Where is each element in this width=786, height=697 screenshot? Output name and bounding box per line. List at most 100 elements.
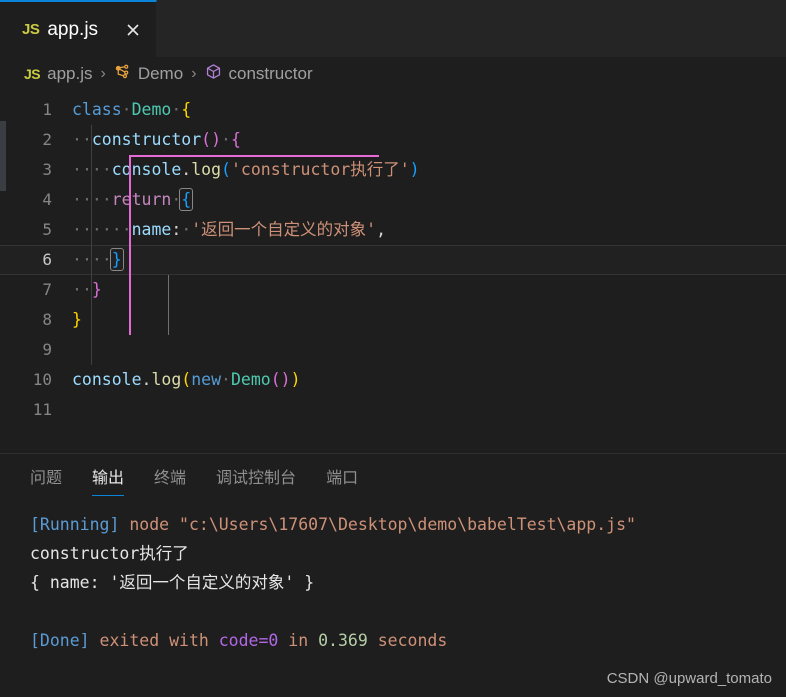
code-editor[interactable]: 1 class·Demo·{ 2 ··constructor()·{ 3 ···…: [0, 91, 786, 453]
output-done-duration: 0.369: [318, 631, 368, 650]
token-dot: .: [141, 370, 152, 389]
code-line[interactable]: 2 ··constructor()·{: [0, 125, 786, 155]
line-number: 2: [42, 130, 52, 149]
vscode-window: JS app.js JS app.js › Demo › constructor…: [0, 0, 786, 697]
whitespace-dot: ·: [91, 160, 102, 179]
class-symbol-icon: [114, 63, 131, 85]
panel-tab-debug-console[interactable]: 调试控制台: [216, 464, 296, 496]
code-content: ····console.log('constructor执行了'): [72, 155, 420, 185]
whitespace-dot: ·: [72, 220, 82, 239]
whitespace-dot: ·: [72, 160, 82, 179]
whitespace-dot: ·: [91, 220, 102, 239]
indent-guide-active: [129, 155, 131, 335]
token-dot: .: [181, 160, 192, 179]
token-class-name: Demo: [131, 100, 172, 119]
token-paren-open: (: [181, 370, 192, 389]
output-line-running: [Running] node "c:\Users\17607\Desktop\d…: [30, 510, 786, 539]
output-line-result: { name: '返回一个自定义的对象' }: [30, 573, 315, 592]
panel-tab-output[interactable]: 输出: [92, 464, 125, 496]
code-line[interactable]: 10 console.log(new·Demo()): [0, 365, 786, 395]
token-brace-open: {: [181, 100, 192, 119]
token-brace-close: }: [72, 310, 82, 329]
breadcrumb-item-file[interactable]: JS app.js: [24, 64, 93, 84]
whitespace-dot: ·: [171, 190, 182, 209]
line-number: 4: [42, 190, 52, 209]
code-line-current[interactable]: 6 ····}: [0, 245, 786, 275]
output-running-cmd: node: [119, 515, 180, 534]
indent-guide-active-top: [129, 155, 379, 157]
line-number: 8: [42, 310, 52, 329]
indent-guide: [91, 125, 92, 365]
watermark: CSDN @upward_tomato: [606, 670, 772, 687]
token-brace-close: }: [91, 280, 102, 299]
whitespace-dot: ·: [101, 190, 112, 209]
code-lines: 1 class·Demo·{ 2 ··constructor()·{ 3 ···…: [0, 91, 786, 425]
whitespace-dot: ·: [111, 220, 122, 239]
whitespace-dot: ·: [91, 190, 102, 209]
code-content: ····}: [72, 245, 124, 275]
token-parens: (): [270, 370, 291, 389]
line-number: 6: [42, 250, 52, 269]
breadcrumb-member-label: constructor: [228, 64, 313, 83]
code-content: ··}: [72, 275, 102, 305]
breadcrumb-item-class[interactable]: Demo: [114, 63, 183, 85]
editor-tab-label: app.js: [47, 18, 99, 40]
line-number: 3: [42, 160, 52, 179]
token-brace-open-matched: {: [179, 188, 194, 211]
output-content[interactable]: [Running] node "c:\Users\17607\Desktop\d…: [0, 496, 786, 697]
token-comma: ,: [376, 220, 387, 239]
whitespace-dot: ·: [221, 130, 231, 149]
whitespace-dot: ·: [72, 190, 82, 209]
code-line[interactable]: 3 ····console.log('constructor执行了'): [0, 155, 786, 185]
output-line-done: [Done] exited with code=0 in 0.369 secon…: [30, 626, 786, 655]
whitespace-dot: ·: [121, 100, 132, 119]
line-number: 5: [42, 220, 52, 239]
breadcrumb-item-member[interactable]: constructor: [205, 63, 313, 85]
output-done-tag: [Done]: [30, 631, 90, 650]
code-line[interactable]: 1 class·Demo·{: [0, 95, 786, 125]
code-line[interactable]: 8 }: [0, 305, 786, 335]
code-line[interactable]: 11: [0, 395, 786, 425]
line-number: 10: [32, 370, 52, 389]
whitespace-dot: ·: [101, 160, 112, 179]
line-number: 11: [32, 400, 52, 419]
indent-guide: [168, 275, 169, 335]
code-line[interactable]: 9: [0, 335, 786, 365]
token-class-name: Demo: [230, 370, 271, 389]
breadcrumb-separator: ›: [191, 65, 197, 82]
token-keyword-new: new: [191, 370, 222, 389]
token-constructor: constructor: [91, 130, 202, 149]
code-content: }: [72, 305, 82, 335]
token-paren-open: (: [221, 160, 231, 179]
token-console: console: [111, 160, 182, 179]
cube-symbol-icon: [205, 63, 222, 85]
token-brace-open: {: [230, 130, 241, 149]
js-file-icon: JS: [24, 66, 41, 82]
code-content: console.log(new·Demo()): [72, 365, 301, 395]
code-line[interactable]: 4 ····return·{: [0, 185, 786, 215]
panel-tab-terminal[interactable]: 终端: [154, 464, 186, 496]
output-done-code: code=0: [218, 631, 279, 650]
output-blank-line: [30, 597, 786, 626]
token-string: '返回一个自定义的对象': [191, 220, 377, 239]
editor-tab-app-js[interactable]: JS app.js: [0, 0, 158, 57]
output-done-exited: exited with: [89, 631, 219, 650]
output-line-log: constructor执行了: [30, 544, 189, 563]
whitespace-dot: ·: [72, 280, 82, 299]
whitespace-dot: ·: [221, 370, 231, 389]
whitespace-dot: ·: [72, 250, 82, 269]
line-number: 7: [42, 280, 52, 299]
code-line[interactable]: 5 ······name:·'返回一个自定义的对象',: [0, 215, 786, 245]
panel-tab-problems[interactable]: 问题: [30, 464, 62, 496]
panel-tab-ports[interactable]: 端口: [326, 464, 358, 496]
output-done-in: in: [278, 631, 319, 650]
whitespace-dot: ·: [101, 220, 112, 239]
breadcrumb-file-label: app.js: [47, 64, 93, 83]
token-brace-close-matched: }: [109, 248, 124, 271]
breadcrumb-class-label: Demo: [137, 64, 184, 83]
code-line[interactable]: 7 ··}: [0, 275, 786, 305]
line-number: 1: [42, 100, 52, 119]
code-content: class·Demo·{: [72, 95, 191, 125]
close-icon[interactable]: [122, 19, 144, 41]
output-running-path: "c:\Users\17607\Desktop\demo\babelTest\a…: [179, 515, 636, 534]
